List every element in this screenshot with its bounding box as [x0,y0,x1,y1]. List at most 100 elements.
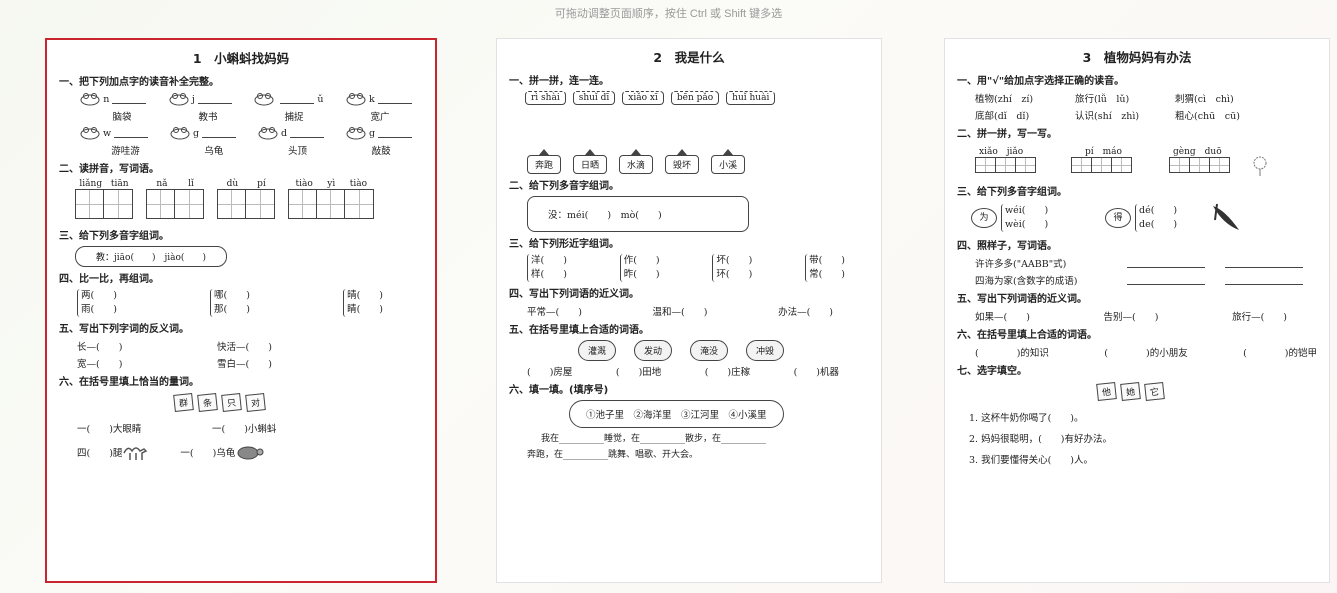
pinyin-card: xiǎo xī [622,91,664,105]
polyphone-scroll: 教：jiāo( ) jiào( ) [75,246,227,267]
frog-icon [258,127,278,140]
word-cloud: 灌溉 [578,340,617,361]
frog-icon [170,127,190,140]
measure-word-flag: 群 [173,393,194,412]
section-heading: 四、照样子，写词语。 [957,241,1057,252]
compare-group: wéi( ) wèi( ) [1001,204,1095,232]
section-heading: 五、写出下列词语的近义词。 [957,294,1087,305]
word-card: 水滴 [619,149,654,174]
pinyin-hint: j [191,93,195,105]
section-heading: 二、给下列多音字组词。 [509,181,619,192]
question: 1. 这杯牛奶你喝了( )。 [969,413,1084,424]
frog-icon [80,93,100,106]
word: 游哇游 [111,146,140,157]
frog-icon [346,93,366,106]
page-title: 2 我是什么 [653,50,725,65]
polyphone-char: 为 [971,208,997,228]
camel-icon [123,447,148,460]
pinyin-card: bēn pǎo [670,91,720,105]
writing-grid: pí máo [1071,144,1169,177]
pinyin-hint: ǔ [317,93,324,105]
dandelion-icon [1253,156,1267,176]
section-heading: 四、写出下列词语的近义词。 [509,289,639,300]
frog-icon [80,127,100,140]
section-heading: 三、给下列多音字组词。 [59,231,169,242]
question: 2. 妈妈很聪明，( )有好办法。 [969,434,1112,445]
writing-grid: tiào yì tiào [288,179,375,219]
turtle-icon [237,446,264,460]
measure-word-flag: 只 [221,393,242,412]
section-heading: 五、在括号里填上合适的词语。 [509,325,649,336]
antonym-item: 宽—( ) [77,359,123,370]
word: 头顶 [288,146,308,157]
section-heading: 二、读拼音，写词语。 [59,164,159,175]
pinyin-hint: d [280,127,288,139]
writing-grid: dù pí [217,179,276,219]
polyphone-char: 得 [1105,208,1131,228]
pinyin-hint: w [102,127,112,139]
measure-word-flag: 条 [197,393,218,412]
section-heading: 二、拼一拼，写一写。 [957,129,1057,140]
page-thumbnail-3[interactable]: 3 植物妈妈有办法 一、用"√"给加点字选择正确的读音。 植物(zhí zí) 旅… [944,38,1330,583]
question: 3. 我们要懂得关心( )人。 [969,455,1093,466]
compare-group: 带( ) 常( ) [805,254,845,282]
section-heading: 五、写出下列字词的反义词。 [59,324,189,335]
writing-grid: liǎng tiān [75,179,133,219]
section-heading: 一、用"√"给加点字选择正确的读音。 [957,76,1125,87]
pinyin-hint: n [103,93,110,105]
word: 教书 [198,112,218,123]
fill-line: 我在__________睡觉，在__________散步，在__________ [541,434,767,444]
compare-group: 坏( ) 环( ) [712,254,752,282]
word-card: 日晒 [573,149,608,174]
section-heading: 六、填一填。(填序号) [509,385,609,396]
pinyin-hint: g [192,127,200,139]
pinyin-card: huǐ huài [726,91,776,105]
pinyin-card: rì shài [525,91,566,105]
compare-group: 洋( ) 样( ) [527,254,567,282]
page-title: 1 小蝌蚪找妈妈 [192,51,290,66]
antonym-item: 雪白—( ) [217,359,272,370]
section-heading: 三、给下列多音字组词。 [957,187,1067,198]
compare-group: 两( ) 雨( ) [77,289,117,317]
word-cloud: 淹没 [690,340,729,361]
compare-group: 晴( ) 睛( ) [343,289,383,317]
page-title: 3 植物妈妈有办法 [1082,50,1192,65]
word-flag: 它 [1144,382,1165,401]
word: 乌龟 [204,146,224,157]
polyphone-scroll: 没：méi( ) mò( ) [527,196,749,232]
word-card: 奔跑 [527,149,562,174]
compare-group: dé( ) de( ) [1135,204,1209,232]
antonym-item: 长—( ) [77,342,123,353]
word: 捕捉 [284,112,304,123]
writing-grid: gèng duō [1169,144,1249,177]
page-thumbnail-1[interactable]: 1 小蝌蚪找妈妈 一、把下列加点字的读音补全完整。 n j ǔ k 脑袋 教书 … [45,38,437,583]
section-heading: 四、比一比，再组词。 [59,274,159,285]
word-flag: 她 [1120,382,1141,401]
page-thumbnail-2[interactable]: 2 我是什么 一、拼一拼，连一连。 rì shài shuǐ dī xiǎo x… [496,38,882,583]
section-heading: 三、给下列形近字组词。 [509,239,619,250]
frog-icon [254,93,274,106]
antonym-item: 快活—( ) [217,342,272,353]
section-heading: 六、在括号里填上恰当的量词。 [59,377,199,388]
word: 敲鼓 [371,146,391,157]
word-cloud: 冲毁 [746,340,785,361]
pinyin-card: shuǐ dī [572,91,616,105]
frog-icon [346,127,366,140]
reorder-hint: 可拖动调整页面顺序，按住 Ctrl 或 Shift 键多选 [554,8,783,20]
section-heading: 七、选字填空。 [957,366,1027,377]
word-flag: 他 [1096,382,1117,401]
fill-line: 奔跑，在__________跳舞、唱歌、开大会。 [527,450,699,460]
section-heading: 一、把下列加点字的读音补全完整。 [59,77,219,88]
pinyin-hint: k [368,93,375,105]
section-heading: 一、拼一拼，连一连。 [509,76,609,87]
compare-group: 哪( ) 那( ) [210,289,250,317]
compare-group: 作( ) 昨( ) [619,254,660,282]
word: 宽广 [370,112,390,123]
pea-pod-icon [1213,203,1239,230]
option-banner: ①池子里 ②海洋里 ③江河里 ④小溪里 [569,400,784,428]
word: 脑袋 [112,112,132,123]
writing-grid: xiǎo jiǎo [975,144,1071,177]
measure-word-flag: 对 [245,393,266,412]
word-card: 小溪 [711,149,746,174]
writing-grid: nǎ lǐ [146,179,205,219]
